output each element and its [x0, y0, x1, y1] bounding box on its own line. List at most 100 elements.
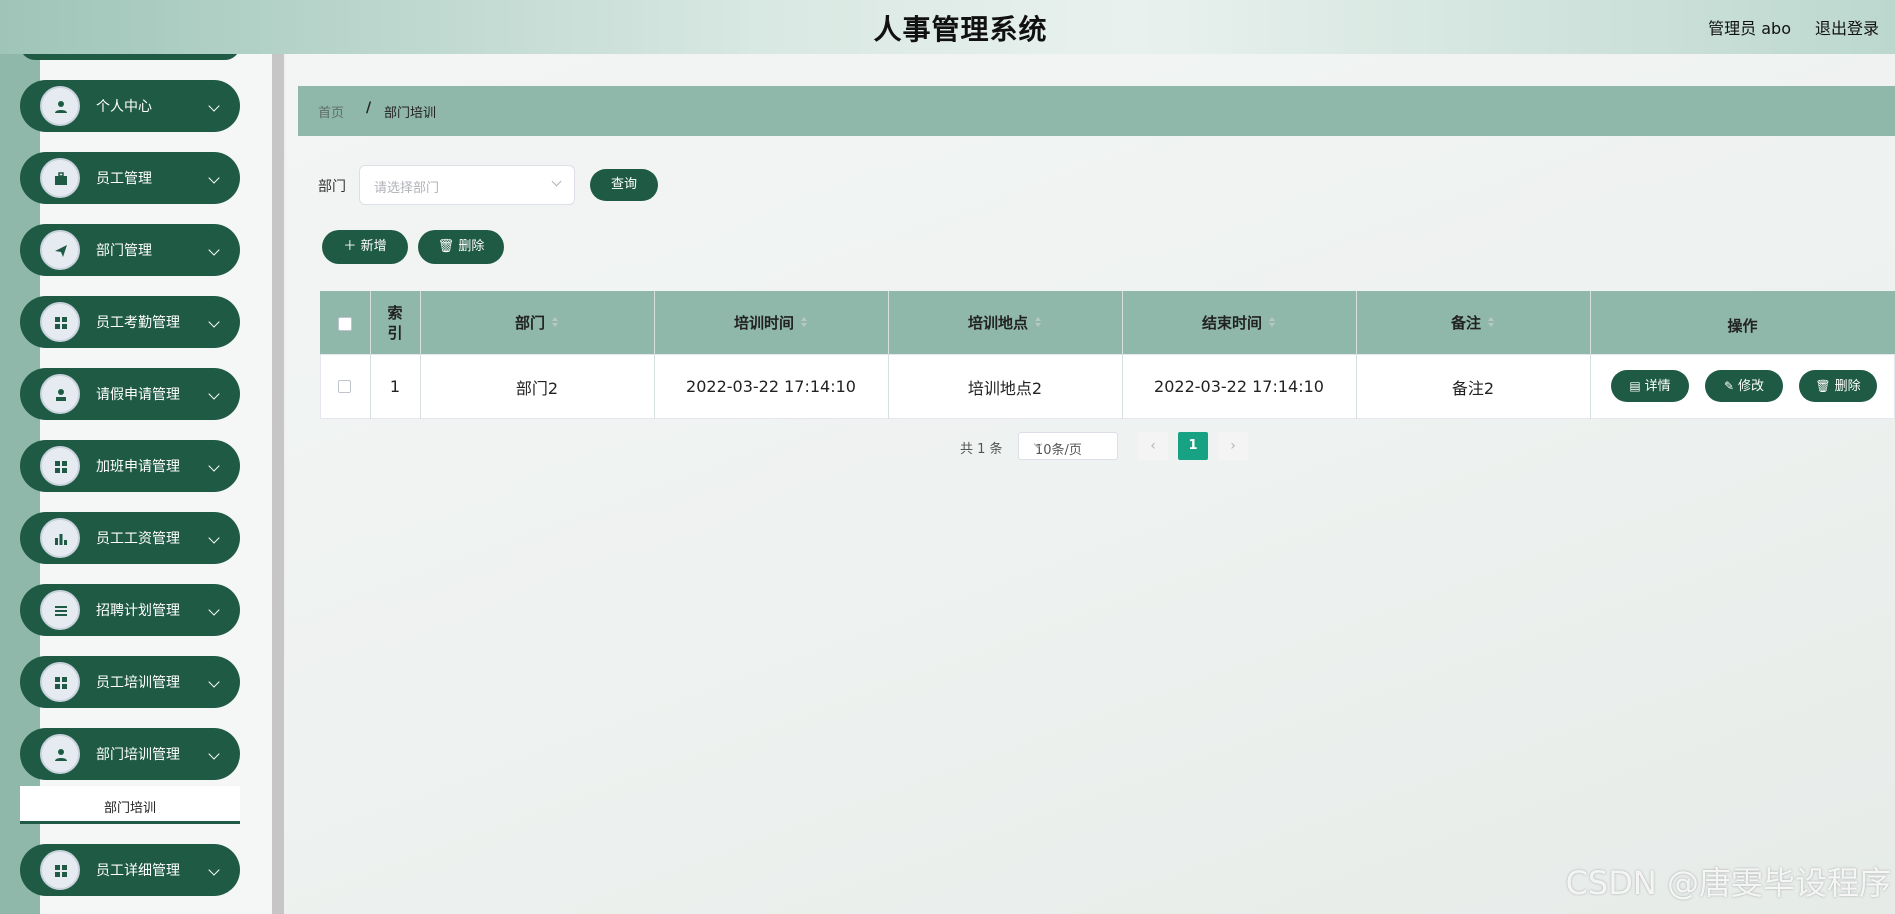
sidebar-item-personal-center[interactable]: 个人中心 — [20, 80, 240, 132]
chevron-down-icon — [208, 244, 220, 256]
column-header-label: 操作 — [1727, 317, 1758, 335]
list-icon — [40, 590, 80, 630]
sort-icon[interactable] — [1487, 316, 1495, 329]
column-header-end-time[interactable]: 结束时间 — [1122, 291, 1356, 354]
grid-icon — [40, 446, 80, 486]
chevron-down-icon — [208, 388, 220, 400]
sidebar-item-partial[interactable] — [20, 54, 240, 60]
sidebar-item-employee-training[interactable]: 员工培训管理 — [20, 656, 240, 708]
delete-button[interactable]: 🗑 删除 — [418, 230, 504, 264]
sidebar-item-label: 员工详细管理 — [96, 863, 180, 879]
sidebar-item-label: 部门管理 — [96, 243, 152, 259]
row-checkbox[interactable] — [338, 380, 351, 393]
sidebar-item-dept-training[interactable]: 部门培训管理 — [20, 728, 240, 780]
add-button[interactable]: ＋ 新增 — [322, 230, 408, 264]
grid-icon — [40, 850, 80, 890]
page-size-select[interactable]: 10条/页 — [1018, 432, 1118, 460]
logout-link[interactable]: 退出登录 — [1815, 15, 1879, 39]
sidebar-item-salary[interactable]: 员工工资管理 — [20, 512, 240, 564]
breadcrumb-home[interactable]: 首页 — [318, 102, 344, 121]
sort-icon[interactable] — [1034, 316, 1042, 329]
column-header-actions: 操作 — [1590, 294, 1895, 357]
chevron-down-icon — [208, 532, 220, 544]
sidebar-item-recruit[interactable]: 招聘计划管理 — [20, 584, 240, 636]
plus-icon: ＋ — [343, 239, 357, 254]
person-icon — [40, 734, 80, 774]
sidebar-item-employee-detail[interactable]: 员工详细管理 — [20, 844, 240, 896]
document-icon: ▤ — [1629, 379, 1641, 393]
column-header-department[interactable]: 部门 — [420, 291, 654, 354]
main-content: 首页 / 部门培训 部门 请选择部门 查询 ＋ 新增 🗑 删除 索引 部门 培训… — [286, 54, 1895, 914]
sidebar-item-employee[interactable]: 员工管理 — [20, 152, 240, 204]
column-header-index-label: 索引 — [387, 303, 403, 342]
sidebar-item-label: 个人中心 — [96, 99, 152, 115]
chevron-down-icon — [208, 460, 220, 472]
sidebar-item-label: 员工培训管理 — [96, 675, 180, 691]
grid-icon — [40, 302, 80, 342]
edit-icon: ✎ — [1723, 379, 1735, 393]
column-header-location[interactable]: 培训地点 — [888, 291, 1122, 354]
column-header-index[interactable]: 索引 — [370, 291, 420, 354]
prev-page-button[interactable]: ‹ — [1138, 432, 1168, 460]
select-all-checkbox[interactable] — [338, 317, 352, 331]
row-delete-button[interactable]: 🗑 删除 — [1799, 370, 1877, 402]
app-title: 人事管理系统 — [873, 13, 1048, 46]
department-select-placeholder: 请选择部门 — [374, 181, 440, 196]
sidebar-item-department[interactable]: 部门管理 — [20, 224, 240, 276]
cell-train-time: 2022-03-22 17:14:10 — [686, 377, 856, 396]
query-button[interactable]: 查询 — [590, 169, 658, 201]
sidebar-item-label: 部门培训管理 — [96, 747, 180, 763]
person-icon — [40, 374, 80, 414]
cell-end-time: 2022-03-22 17:14:10 — [1154, 377, 1324, 396]
sidebar: 个人中心 员工管理 部门管理 员工考勤管理 请假申请管理 加班申请管理 员工工资… — [0, 54, 272, 914]
chevron-down-icon — [208, 864, 220, 876]
column-header-label: 培训时间 — [733, 314, 794, 332]
sort-icon[interactable] — [800, 316, 808, 329]
department-select[interactable]: 请选择部门 — [359, 165, 575, 205]
cell-remark: 备注2 — [1451, 378, 1495, 398]
trash-icon: 🗑 — [1815, 379, 1831, 393]
sidebar-item-label: 员工管理 — [96, 171, 152, 187]
delete-button-label: 删除 — [458, 239, 485, 254]
submenu-item-dept-training[interactable]: 部门培训 — [20, 786, 240, 824]
edit-button-label: 修改 — [1738, 379, 1765, 394]
breadcrumb-current: 部门培训 — [384, 106, 437, 121]
chevron-down-icon — [208, 172, 220, 184]
column-header-remark[interactable]: 备注 — [1356, 291, 1590, 354]
pagination-total: 共 1 条 — [960, 442, 1003, 457]
sidebar-item-attendance[interactable]: 员工考勤管理 — [20, 296, 240, 348]
sidebar-item-label: 员工工资管理 — [96, 531, 180, 547]
detail-button-label: 详情 — [1644, 379, 1671, 394]
chevron-down-icon — [208, 604, 220, 616]
sidebar-item-leave[interactable]: 请假申请管理 — [20, 368, 240, 420]
sidebar-scrollbar[interactable] — [272, 54, 284, 914]
sort-icon[interactable] — [551, 316, 559, 329]
edit-button[interactable]: ✎ 修改 — [1705, 370, 1783, 402]
grid-icon — [40, 662, 80, 702]
user-icon — [40, 86, 80, 126]
sidebar-item-label: 招聘计划管理 — [96, 603, 180, 619]
watermark: CSDN @唐雯毕设程序 — [1565, 864, 1891, 902]
column-header-train-time[interactable]: 培训时间 — [654, 291, 888, 354]
briefcase-icon — [40, 158, 80, 198]
detail-button[interactable]: ▤ 详情 — [1611, 370, 1689, 402]
chevron-down-icon — [208, 748, 220, 760]
cell-department: 部门2 — [515, 378, 559, 398]
column-header-label: 备注 — [1450, 314, 1481, 332]
breadcrumb-separator: / — [366, 100, 372, 116]
cell-index: 1 — [389, 377, 401, 396]
chevron-down-icon — [208, 316, 220, 328]
next-page-button[interactable]: › — [1218, 432, 1248, 460]
column-header-label: 结束时间 — [1201, 314, 1262, 332]
chevron-down-icon — [208, 100, 220, 112]
sidebar-item-label: 加班申请管理 — [96, 459, 180, 475]
cell-location: 培训地点2 — [967, 378, 1043, 398]
page-button-current[interactable]: 1 — [1178, 432, 1208, 460]
current-user: 管理员 abo — [1708, 19, 1791, 38]
sidebar-item-overtime[interactable]: 加班申请管理 — [20, 440, 240, 492]
chevron-down-icon — [551, 176, 562, 187]
send-icon — [40, 230, 80, 270]
sidebar-item-label: 请假申请管理 — [96, 387, 180, 403]
add-button-label: 新增 — [360, 239, 387, 254]
sort-icon[interactable] — [1268, 316, 1276, 329]
